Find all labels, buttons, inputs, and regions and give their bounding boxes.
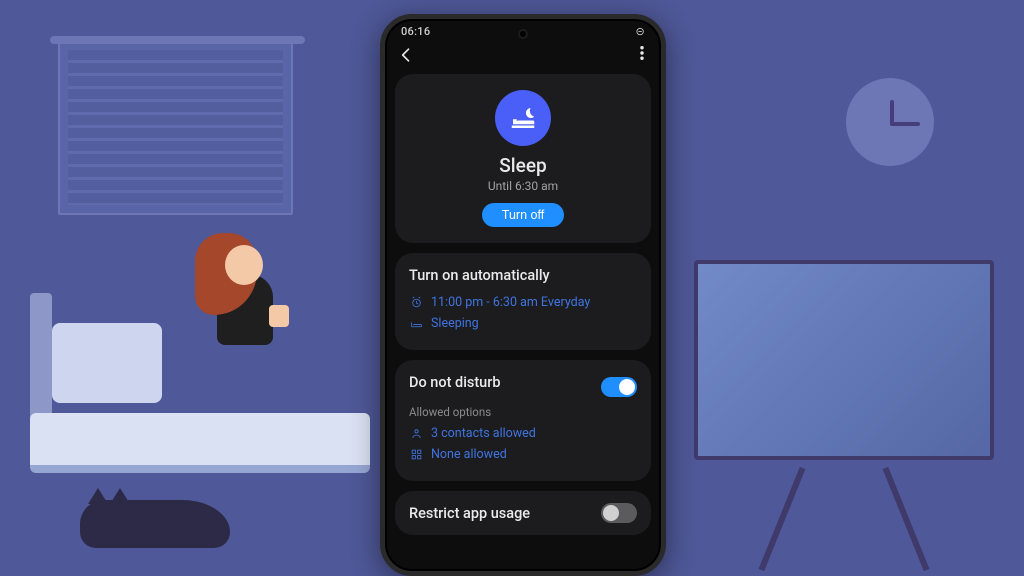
- auto-title: Turn on automatically: [409, 267, 637, 284]
- bed-illustration: [30, 293, 375, 533]
- apps-allowed-text: None allowed: [431, 447, 507, 462]
- apps-icon: [409, 448, 423, 462]
- condition-row: Sleeping: [409, 313, 637, 334]
- bedroom-window-illustration: [58, 40, 293, 215]
- camera-notch: [518, 29, 528, 39]
- restrict-toggle[interactable]: [601, 503, 637, 523]
- dnd-status-icon: ⊝: [635, 25, 645, 38]
- schedule-text: 11:00 pm - 6:30 am Everyday: [431, 295, 590, 310]
- schedule-row: 11:00 pm - 6:30 am Everyday: [409, 292, 637, 313]
- apps-allowed-row[interactable]: None allowed: [409, 444, 637, 465]
- person-icon: [409, 427, 423, 441]
- tv-illustration: [694, 260, 994, 460]
- phone-mockup: 06:16 ⊝ Sleep Until 6:30 am Turn off Tur…: [380, 14, 666, 576]
- dnd-card: Do not disturb Allowed options 3 contact…: [395, 360, 651, 481]
- bed-icon: [409, 317, 423, 331]
- status-time: 06:16: [401, 25, 430, 38]
- contacts-allowed-text: 3 contacts allowed: [431, 426, 536, 441]
- more-options-button[interactable]: [633, 44, 651, 66]
- restrict-title: Restrict app usage: [409, 505, 530, 522]
- restrict-app-card: Restrict app usage: [395, 491, 651, 535]
- dnd-toggle[interactable]: [601, 377, 637, 397]
- wall-clock-illustration: [846, 78, 934, 166]
- mode-subtitle: Until 6:30 am: [409, 179, 637, 193]
- app-bar: [385, 40, 661, 74]
- auto-turn-on-card[interactable]: Turn on automatically 11:00 pm - 6:30 am…: [395, 253, 651, 350]
- mode-title: Sleep: [409, 154, 637, 177]
- dnd-title: Do not disturb: [409, 374, 501, 391]
- condition-text: Sleeping: [431, 316, 479, 331]
- contacts-allowed-row[interactable]: 3 contacts allowed: [409, 423, 637, 444]
- alarm-icon: [409, 296, 423, 310]
- cat-illustration: [80, 500, 230, 548]
- back-button[interactable]: [395, 44, 417, 66]
- allowed-options-label: Allowed options: [409, 405, 637, 419]
- sleep-mode-icon: [495, 90, 551, 146]
- turn-off-button[interactable]: Turn off: [482, 203, 564, 227]
- mode-header-card: Sleep Until 6:30 am Turn off: [395, 74, 651, 243]
